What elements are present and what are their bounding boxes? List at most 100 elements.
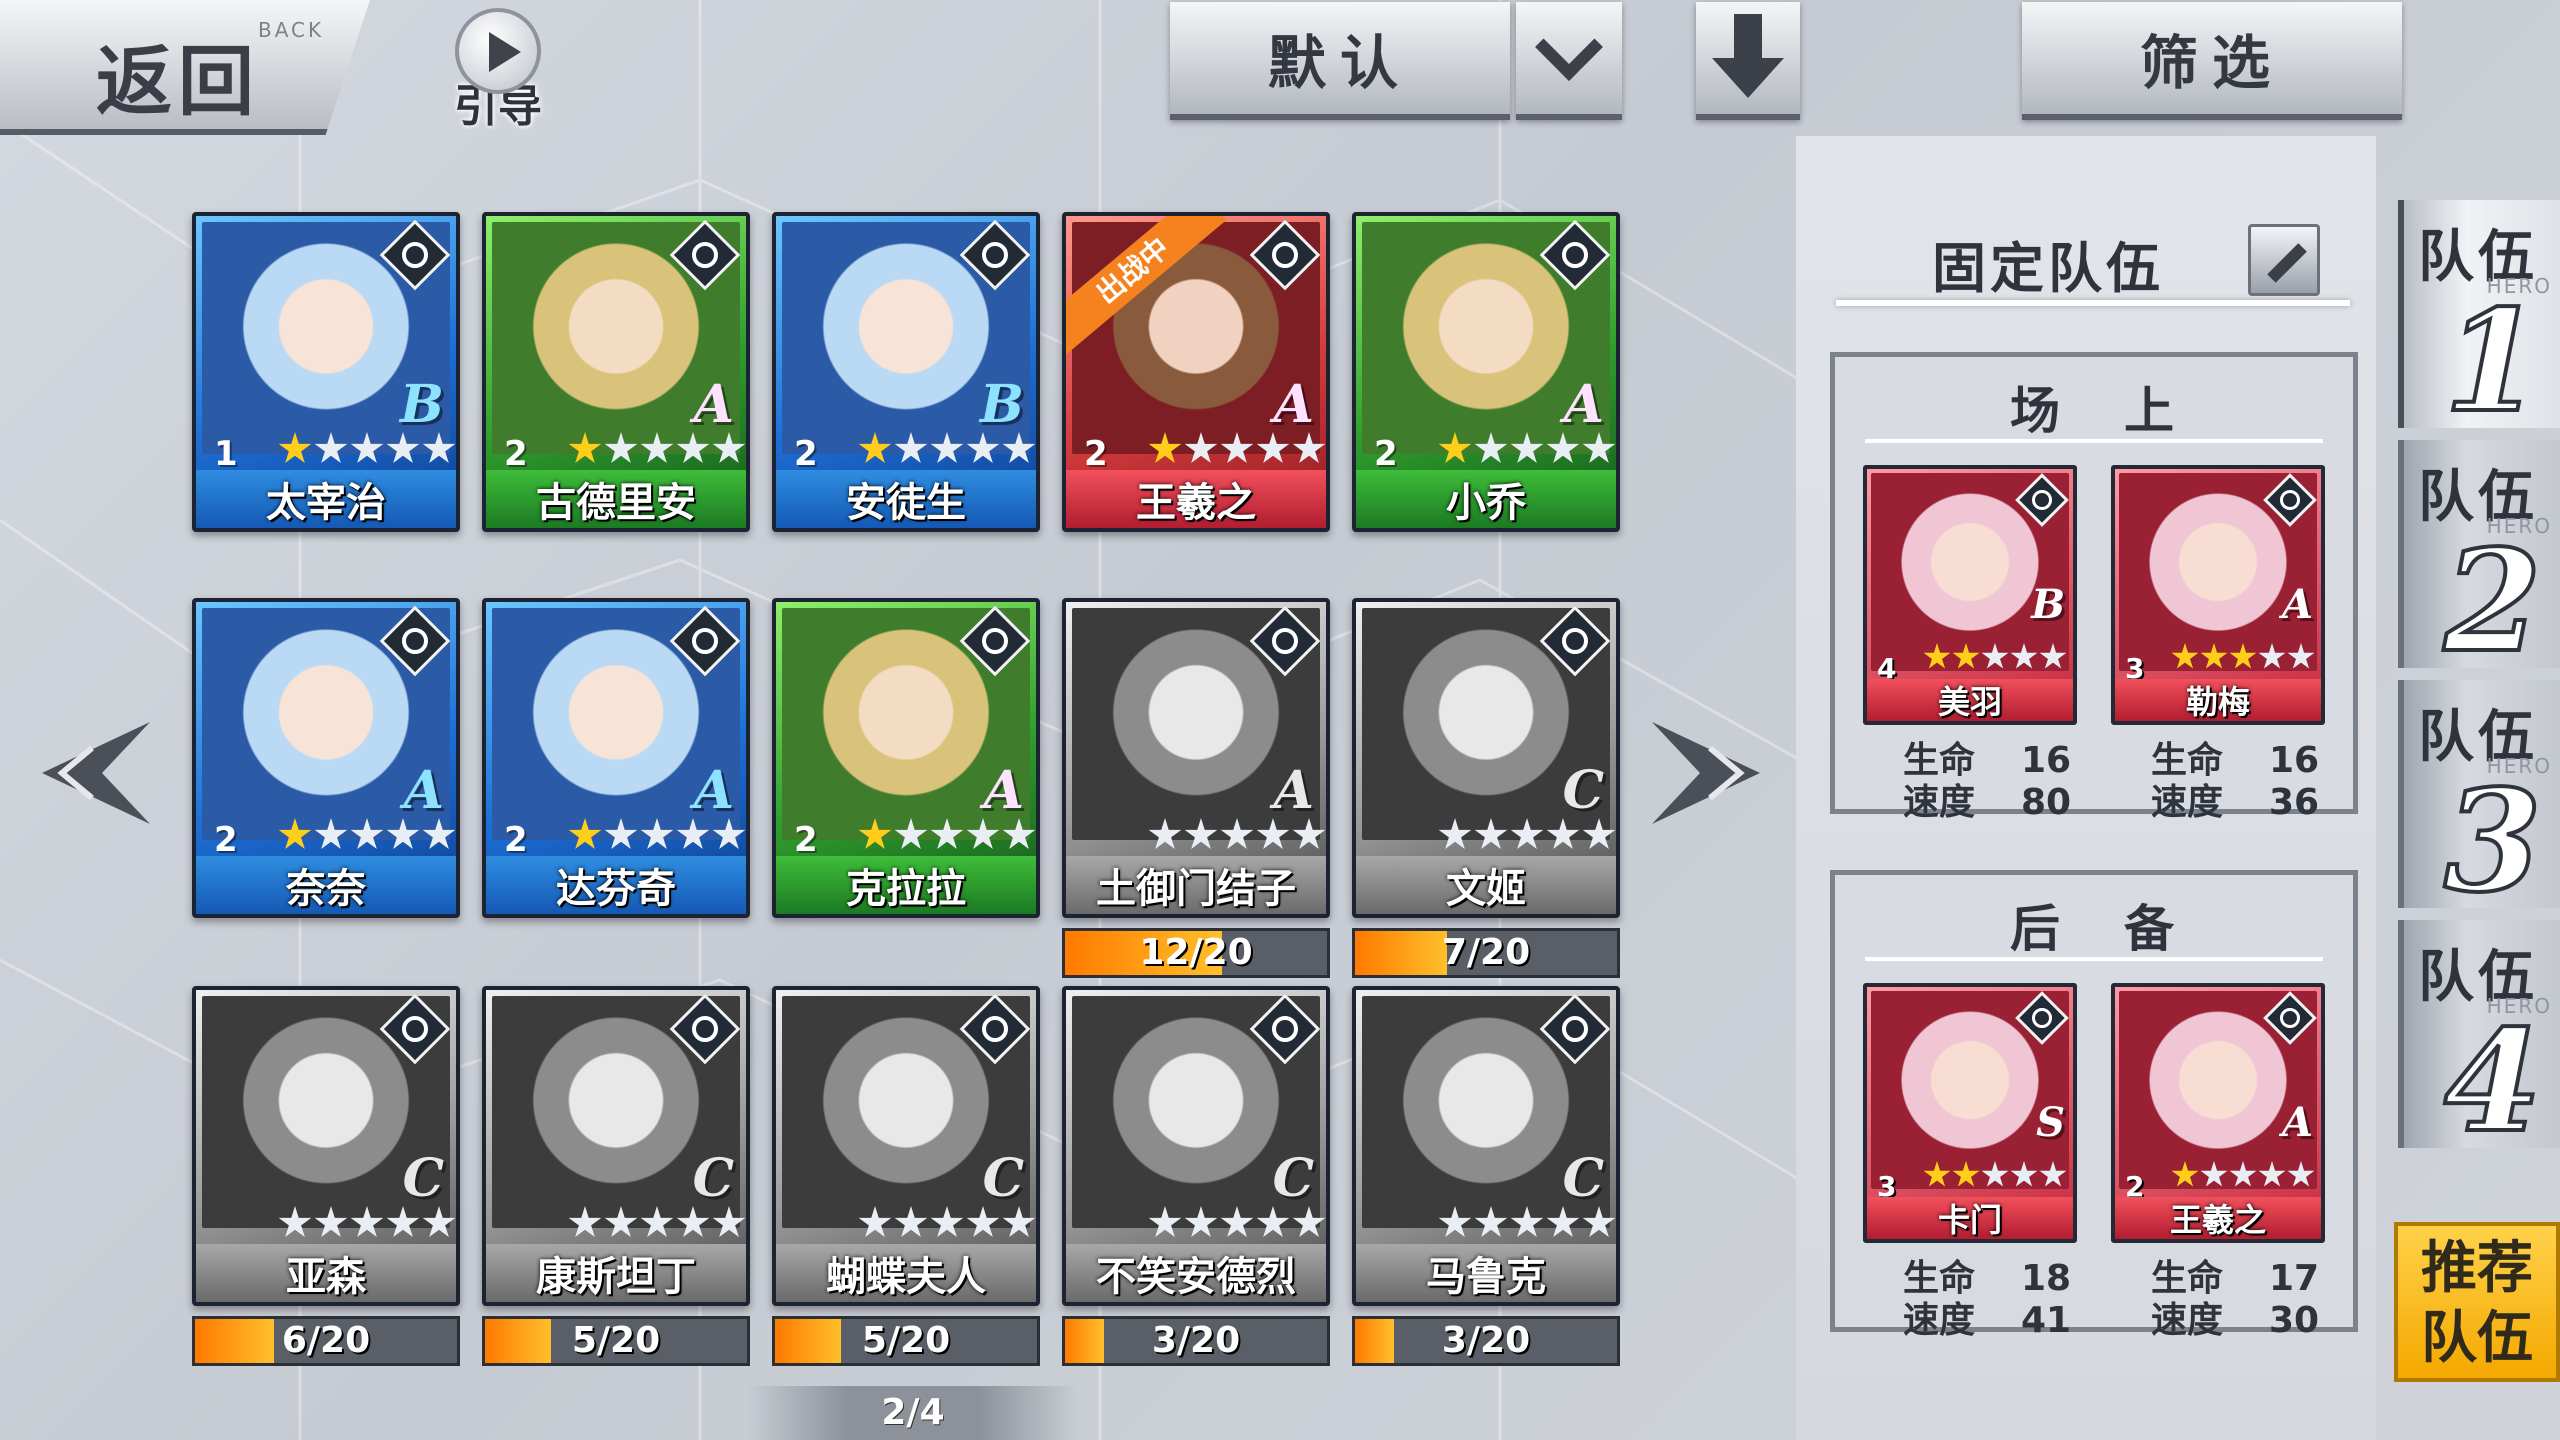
hero-card[interactable]: A 2 小乔 <box>1352 212 1620 532</box>
hero-card[interactable]: A 2 王羲之 出战中 <box>1062 212 1330 532</box>
star-icon <box>314 818 348 849</box>
star-icon <box>1474 818 1508 849</box>
star-icon <box>314 432 348 463</box>
hero-card[interactable]: C 文姬 <box>1352 598 1620 918</box>
hero-card[interactable]: C 不笑安德烈 <box>1062 986 1330 1306</box>
hero-level: 2 <box>1374 434 1398 474</box>
star-icon <box>314 1206 348 1237</box>
star-rating <box>568 1206 746 1244</box>
star-icon <box>1292 432 1326 463</box>
hero-rank: C <box>982 1148 1024 1209</box>
star-rating <box>858 818 1036 856</box>
hero-card[interactable]: C 马鲁克 <box>1352 986 1620 1306</box>
hero-card[interactable]: B 2 安徒生 <box>772 212 1040 532</box>
star-icon <box>1184 432 1218 463</box>
hero-card[interactable]: C 亚森 <box>192 986 460 1306</box>
star-icon <box>278 818 312 849</box>
star-icon <box>2287 1161 2315 1187</box>
star-icon <box>640 818 674 849</box>
star-icon <box>640 1206 674 1237</box>
fragment-progress: 5/20 <box>772 1316 1040 1366</box>
hero-name: 美羽 <box>1867 679 2073 721</box>
star-icon <box>2010 1161 2038 1187</box>
edit-team-button[interactable] <box>2248 224 2320 296</box>
hero-name: 不笑安德烈 <box>1066 1244 1326 1302</box>
star-icon <box>1952 1161 1980 1187</box>
star-icon <box>1474 432 1508 463</box>
hero-card[interactable]: A 土御门结子 <box>1062 598 1330 918</box>
recommended-team-button[interactable]: 推荐 队伍 <box>2394 1222 2560 1382</box>
star-icon <box>1220 1206 1254 1237</box>
star-icon <box>1474 1206 1508 1237</box>
hero-card[interactable]: A 2 克拉拉 <box>772 598 1040 918</box>
team-tab-4[interactable]: 队伍 HERO 4 <box>2398 920 2560 1166</box>
star-icon <box>1510 818 1544 849</box>
star-icon <box>1002 1206 1036 1237</box>
hero-level: 2 <box>1084 434 1108 474</box>
hero-rank: C <box>1562 760 1604 821</box>
star-icon <box>568 818 602 849</box>
hero-card[interactable]: A 2 达芬奇 <box>482 598 750 918</box>
hero-card[interactable]: A 2 奈奈 <box>192 598 460 918</box>
star-icon <box>930 818 964 849</box>
hero-name: 安徒生 <box>776 470 1036 528</box>
speed-stat: 速度 36 <box>2151 773 2329 825</box>
filter-label: 筛选 <box>2139 29 2284 97</box>
star-icon <box>712 1206 746 1237</box>
hero-name: 达芬奇 <box>486 856 746 914</box>
star-icon <box>1148 818 1182 849</box>
hero-rank: A <box>403 760 444 821</box>
star-icon <box>966 1206 1000 1237</box>
hero-card[interactable]: B 1 太宰治 <box>192 212 460 532</box>
prev-page-arrow-icon[interactable] <box>22 718 152 828</box>
back-label: 返回 <box>96 37 260 126</box>
star-icon <box>1256 432 1290 463</box>
sort-dropdown[interactable]: 默认 <box>1170 2 1510 120</box>
hero-card[interactable]: C 康斯坦丁 <box>482 986 750 1306</box>
fragment-count: 5/20 <box>861 1320 951 1361</box>
divider <box>1865 439 2323 443</box>
star-icon <box>1148 432 1182 463</box>
hero-name: 蝴蝶夫人 <box>776 1244 1036 1302</box>
team-hero-slot[interactable]: A 2 王羲之 <box>2111 983 2325 1243</box>
speed-label: 速度 <box>1903 1300 1976 1341</box>
star-icon <box>2229 643 2257 669</box>
star-rating <box>858 1206 1036 1244</box>
star-icon <box>1923 643 1951 669</box>
team-hero-slot[interactable]: B 4 美羽 <box>1863 465 2077 725</box>
hero-rank: C <box>402 1148 444 1209</box>
hero-level: 2 <box>504 820 528 860</box>
hero-card[interactable]: C 蝴蝶夫人 <box>772 986 1040 1306</box>
team-tab-2[interactable]: 队伍 HERO 2 <box>2398 440 2560 686</box>
star-icon <box>894 432 928 463</box>
star-icon <box>278 1206 312 1237</box>
hero-name: 亚森 <box>196 1244 456 1302</box>
star-icon <box>1582 1206 1616 1237</box>
hero-level: 2 <box>794 820 818 860</box>
sort-order-button[interactable] <box>1696 2 1800 120</box>
filter-button[interactable]: 筛选 <box>2022 2 2402 120</box>
reserve-team-box: 后备 S 3 卡门 生命 18 速度 41 A 2 王羲之 生命 17 速度 30 <box>1830 870 2358 1341</box>
hero-name: 土御门结子 <box>1066 856 1326 914</box>
guide-button[interactable]: 引导 <box>448 8 548 132</box>
hero-rank: A <box>1273 760 1314 821</box>
star-icon <box>1438 1206 1472 1237</box>
next-page-arrow-icon[interactable] <box>1650 718 1780 828</box>
hero-card[interactable]: A 2 古德里安 <box>482 212 750 532</box>
star-icon <box>568 432 602 463</box>
sort-dropdown-toggle[interactable] <box>1516 2 1622 120</box>
hero-rank: S <box>2036 1099 2065 1146</box>
team-tab-3[interactable]: 队伍 HERO 3 <box>2398 680 2560 926</box>
team-tab-1[interactable]: 队伍 HERO 1 <box>2398 200 2560 446</box>
star-rating <box>1438 1206 1616 1244</box>
team-hero-slot[interactable]: S 3 卡门 <box>1863 983 2077 1243</box>
fragment-count: 5/20 <box>571 1320 661 1361</box>
hero-name: 文姬 <box>1356 856 1616 914</box>
team-hero-slot[interactable]: A 3 勒梅 <box>2111 465 2325 725</box>
back-button[interactable]: 返回 BACK <box>0 0 370 135</box>
fragment-count: 3/20 <box>1151 1320 1241 1361</box>
hero-rank: A <box>1563 374 1604 435</box>
hero-name: 王羲之 <box>2115 1197 2321 1239</box>
star-icon <box>1292 1206 1326 1237</box>
star-icon <box>386 1206 420 1237</box>
